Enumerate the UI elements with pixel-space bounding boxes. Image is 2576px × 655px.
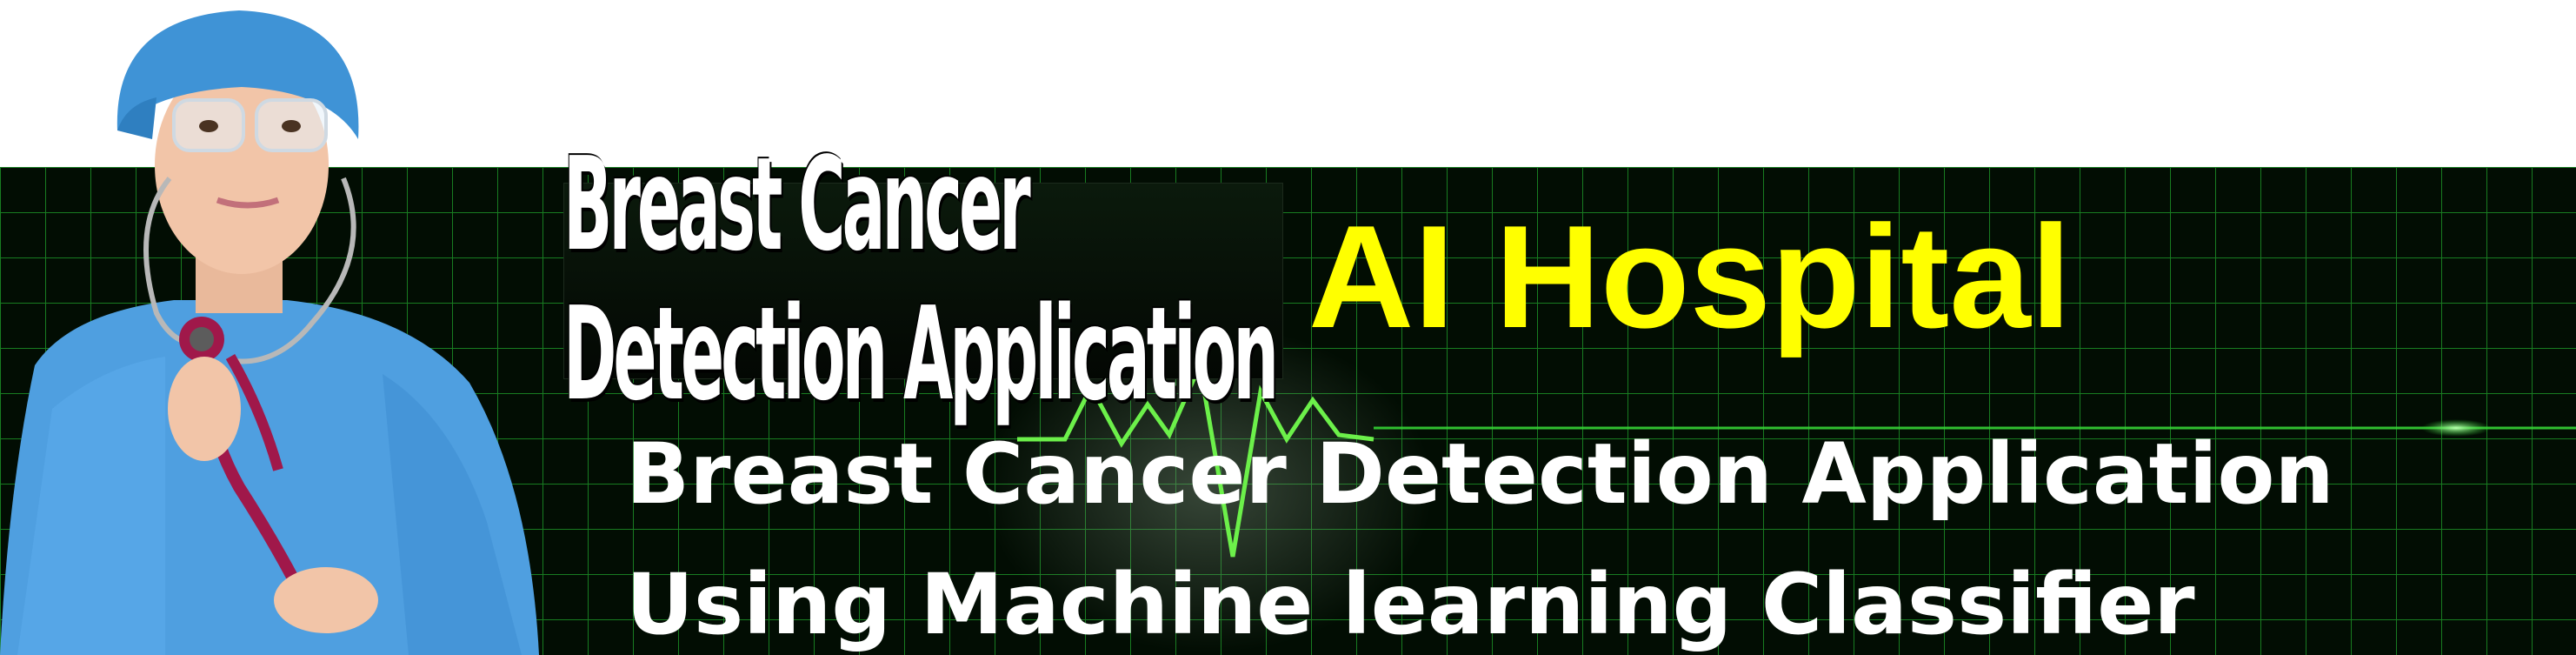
subtitle-line-2: Using Machine learning Classifier bbox=[626, 556, 2195, 653]
logo-text: Breast Cancer Detection Application bbox=[563, 130, 1279, 430]
brand-title: AI Hospital bbox=[1308, 195, 2072, 358]
subtitle-line-1: Breast Cancer Detection Application bbox=[626, 425, 2334, 523]
doctor-image bbox=[0, 10, 539, 655]
